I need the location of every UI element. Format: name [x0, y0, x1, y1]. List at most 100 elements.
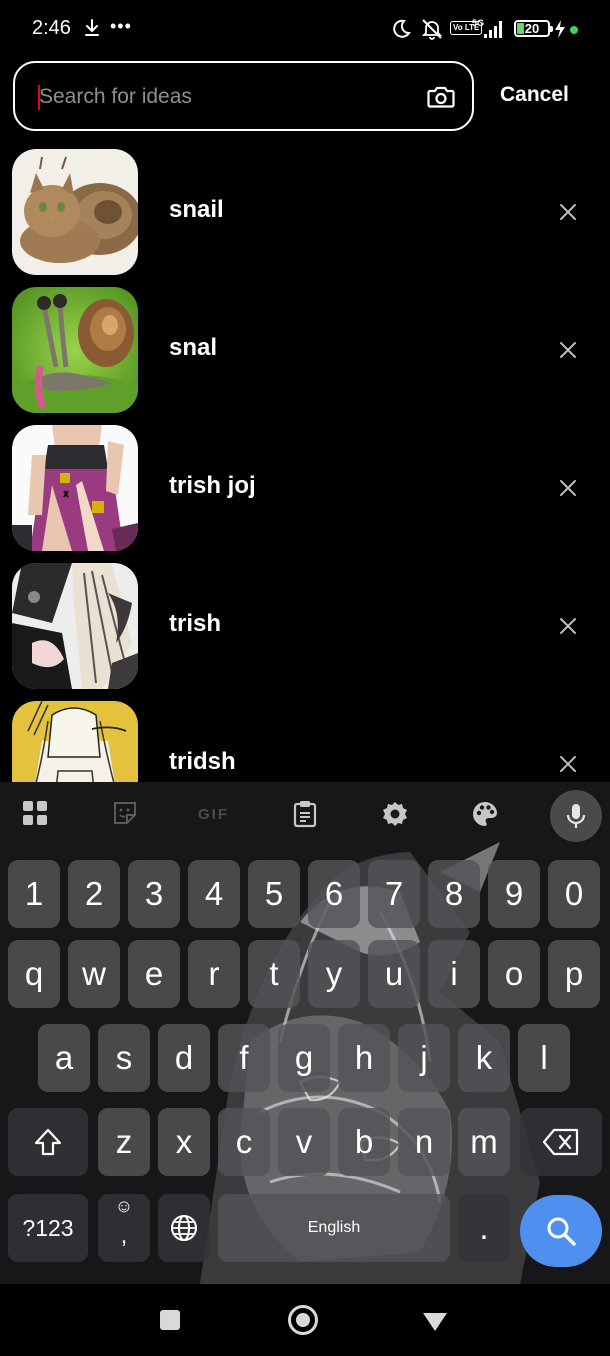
shift-key[interactable] — [8, 1108, 88, 1176]
more-notifications-icon: ••• — [110, 16, 132, 36]
key-p[interactable]: p — [548, 940, 600, 1008]
key-w[interactable]: w — [68, 940, 120, 1008]
key-5[interactable]: 5 — [248, 860, 300, 928]
key-t[interactable]: t — [248, 940, 300, 1008]
key-e[interactable]: e — [128, 940, 180, 1008]
key-x[interactable]: x — [158, 1108, 210, 1176]
anime-character-thumbnail — [12, 425, 138, 551]
cat-snail-thumbnail — [12, 149, 138, 275]
recent-search-label: tridsh — [169, 748, 236, 775]
key-r[interactable]: r — [188, 940, 240, 1008]
system-nav-bar — [0, 1284, 610, 1356]
microphone-icon — [566, 804, 586, 828]
key-s[interactable]: s — [98, 1024, 150, 1092]
close-icon[interactable] — [556, 338, 580, 362]
key-j[interactable]: j — [398, 1024, 450, 1092]
moon-icon — [393, 19, 411, 38]
shift-icon — [34, 1128, 62, 1156]
close-icon[interactable] — [556, 752, 580, 776]
key-0[interactable]: 0 — [548, 860, 600, 928]
mute-icon — [421, 19, 443, 40]
camera-icon[interactable] — [427, 84, 455, 110]
globe-icon — [171, 1215, 197, 1241]
battery-level: 20 — [524, 21, 540, 36]
home-button[interactable] — [288, 1305, 318, 1335]
battery-icon: 20 — [514, 20, 553, 37]
recent-search-label: snal — [169, 334, 218, 361]
search-input[interactable] — [39, 75, 409, 119]
emoji-comma-key[interactable]: ☺ , — [98, 1194, 150, 1262]
palette-icon[interactable] — [471, 800, 499, 828]
recent-search-item[interactable]: snal — [0, 285, 610, 415]
search-submit-key[interactable] — [520, 1195, 602, 1267]
apps-grid-icon[interactable] — [22, 800, 48, 826]
key-l[interactable]: l — [518, 1024, 570, 1092]
key-y[interactable]: y — [308, 940, 360, 1008]
key-h[interactable]: h — [338, 1024, 390, 1092]
search-box[interactable] — [13, 61, 474, 131]
key-n[interactable]: n — [398, 1108, 450, 1176]
key-v[interactable]: v — [278, 1108, 330, 1176]
signal-icon: 5G — [472, 18, 502, 38]
key-8[interactable]: 8 — [428, 860, 480, 928]
sticker-icon[interactable] — [112, 800, 138, 826]
keyboard: GIF 1 2 3 4 5 6 7 8 9 0 q w e r t y u i … — [0, 782, 610, 1284]
key-f[interactable]: f — [218, 1024, 270, 1092]
key-g[interactable]: g — [278, 1024, 330, 1092]
charging-bolt-icon — [555, 20, 565, 38]
recent-search-label: snail — [169, 196, 224, 223]
key-3[interactable]: 3 — [128, 860, 180, 928]
backspace-icon — [542, 1128, 579, 1156]
gear-icon[interactable] — [381, 800, 409, 828]
key-o[interactable]: o — [488, 940, 540, 1008]
home-circle-icon — [296, 1313, 310, 1327]
key-2[interactable]: 2 — [68, 860, 120, 928]
back-triangle-icon[interactable] — [422, 1312, 448, 1332]
svg-text:5G: 5G — [472, 18, 484, 28]
cancel-button[interactable]: Cancel — [500, 83, 569, 107]
recent-search-label: trish joj — [169, 472, 256, 499]
search-icon — [547, 1217, 576, 1246]
key-m[interactable]: m — [458, 1108, 510, 1176]
key-q[interactable]: q — [8, 940, 60, 1008]
clipboard-icon[interactable] — [292, 800, 318, 828]
key-b[interactable]: b — [338, 1108, 390, 1176]
voice-input-button[interactable] — [550, 790, 602, 842]
recent-search-item[interactable]: tridsh — [0, 699, 610, 782]
key-c[interactable]: c — [218, 1108, 270, 1176]
key-a[interactable]: a — [38, 1024, 90, 1092]
recent-search-item[interactable]: trish — [0, 561, 610, 691]
space-key[interactable]: English — [218, 1194, 450, 1262]
snail-leaf-thumbnail — [12, 287, 138, 413]
key-i[interactable]: i — [428, 940, 480, 1008]
period-key[interactable]: . — [458, 1194, 510, 1262]
key-1[interactable]: 1 — [8, 860, 60, 928]
close-icon[interactable] — [556, 200, 580, 224]
key-k[interactable]: k — [458, 1024, 510, 1092]
comma-label: , — [120, 1222, 128, 1249]
symbols-key[interactable]: ?123 — [8, 1194, 88, 1262]
status-bar: 2:46 ••• Vo LTE 5G 20 — [0, 0, 610, 58]
key-9[interactable]: 9 — [488, 860, 540, 928]
privacy-indicator-dot — [570, 26, 578, 34]
recent-search-item[interactable]: snail — [0, 147, 610, 277]
key-6[interactable]: 6 — [308, 860, 360, 928]
language-key[interactable] — [158, 1194, 210, 1262]
manga-sketch-thumbnail — [12, 701, 138, 782]
key-4[interactable]: 4 — [188, 860, 240, 928]
status-time: 2:46 — [32, 17, 71, 39]
keyboard-toolbar: GIF — [0, 782, 610, 848]
gif-icon[interactable]: GIF — [198, 806, 229, 823]
key-u[interactable]: u — [368, 940, 420, 1008]
key-d[interactable]: d — [158, 1024, 210, 1092]
backspace-key[interactable] — [520, 1108, 602, 1176]
recent-search-item[interactable]: trish joj — [0, 423, 610, 553]
close-icon[interactable] — [556, 476, 580, 500]
key-7[interactable]: 7 — [368, 860, 420, 928]
recents-square-icon[interactable] — [160, 1310, 180, 1330]
key-z[interactable]: z — [98, 1108, 150, 1176]
recent-search-label: trish — [169, 610, 222, 637]
manga-character-thumbnail — [12, 563, 138, 689]
download-icon — [85, 19, 99, 36]
close-icon[interactable] — [556, 614, 580, 638]
